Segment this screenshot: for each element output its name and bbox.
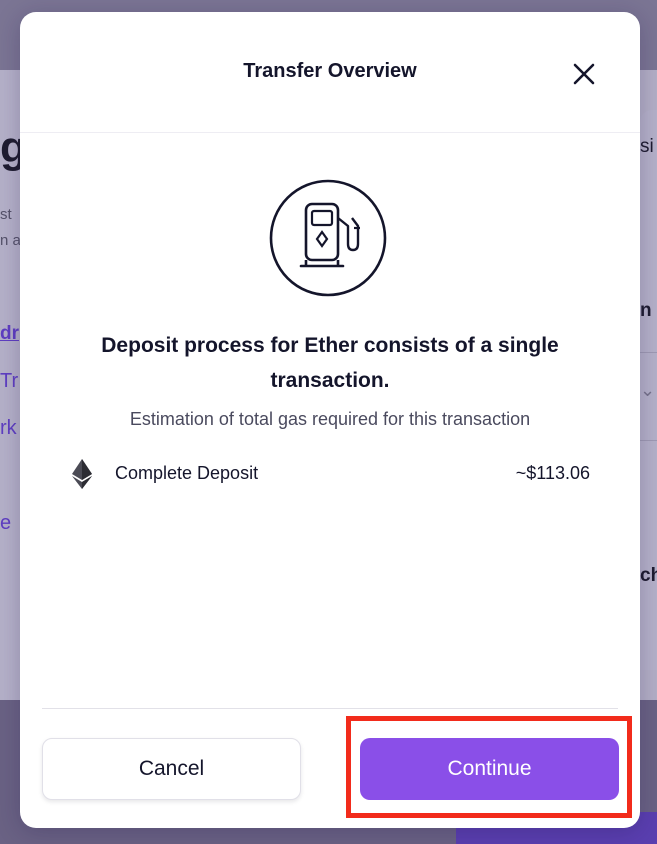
- modal-header: Transfer Overview: [20, 12, 640, 133]
- background-heading: g: [0, 124, 20, 172]
- gas-estimation-text: Estimation of total gas required for thi…: [129, 409, 531, 429]
- background-divider: [640, 352, 657, 353]
- footer-divider: [42, 708, 618, 709]
- cancel-button[interactable]: Cancel: [42, 738, 301, 800]
- modal-title: Transfer Overview: [243, 60, 417, 82]
- background-text: n c: [640, 300, 657, 321]
- background-text: si: [640, 136, 654, 157]
- close-button[interactable]: [568, 58, 600, 90]
- continue-button[interactable]: Continue: [360, 738, 619, 800]
- background-divider: [640, 440, 657, 441]
- transaction-label: Complete Deposit: [115, 463, 259, 483]
- background-link: rk: [0, 417, 17, 439]
- background-text: st: [0, 206, 12, 223]
- background-text: n a: [0, 232, 20, 249]
- chevron-down-icon: ⌄: [640, 380, 656, 400]
- transaction-row: Complete Deposit ~$113.06: [70, 458, 590, 490]
- ethereum-icon: [72, 459, 92, 489]
- background-text: cha: [640, 565, 657, 586]
- background-link: e: [0, 512, 12, 534]
- background-link: dr: [0, 323, 19, 344]
- close-icon: [573, 63, 595, 85]
- deposit-message: Deposit process for Ether consists of a …: [101, 334, 559, 392]
- transfer-overview-modal: Transfer Overview Deposit process for Et…: [20, 12, 640, 828]
- background-link: Tr: [0, 370, 19, 392]
- gas-pump-icon: [268, 178, 388, 298]
- transaction-cost: ~$113.06: [515, 463, 590, 483]
